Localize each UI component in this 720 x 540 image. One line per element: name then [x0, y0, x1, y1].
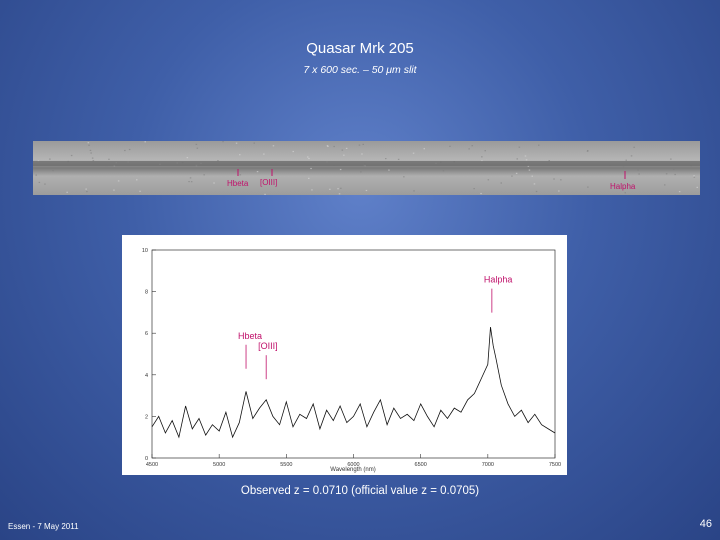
- spectrum-strip-image: Hbeta [OIII] Halpha: [33, 141, 700, 195]
- annotation-label: Hbeta: [238, 331, 262, 341]
- y-tick-label: 4: [145, 373, 148, 379]
- y-tick-label: 6: [145, 331, 148, 337]
- slide-title: Quasar Mrk 205: [306, 40, 414, 57]
- y-tick-label: 8: [145, 290, 148, 296]
- y-tick-label: 10: [142, 248, 148, 254]
- strip-trace: [33, 161, 700, 166]
- page-number: 46: [699, 518, 712, 530]
- x-tick-label: 4500: [146, 462, 158, 468]
- x-axis-label: Wavelength (nm): [330, 467, 375, 473]
- slide-caption: Observed z = 0.0710 (official value z = …: [240, 485, 480, 497]
- strip-label-oiii: [OIII]: [260, 178, 277, 187]
- x-tick-label: 5000: [213, 462, 225, 468]
- annotation-label: [OIII]: [258, 341, 278, 351]
- spectrum-chart: 0246810 4500 5000 5500 6000 6500 7000 7500 Hbe…: [122, 235, 567, 475]
- x-tick-label: 7000: [482, 462, 494, 468]
- strip-background: [33, 141, 700, 195]
- slide-subtitle: 7 x 600 sec. – 50 μm slit: [303, 64, 417, 76]
- annotation-label: Halpha: [484, 275, 513, 285]
- y-tick-label: 2: [145, 414, 148, 420]
- x-tick-label: 6500: [415, 462, 427, 468]
- spectrum-series-line: [151, 326, 556, 439]
- strip-label-hbeta: Hbeta: [227, 179, 249, 188]
- x-tick-label: 7500: [549, 462, 561, 468]
- x-tick-label: 5500: [280, 462, 292, 468]
- strip-label-halpha: Halpha: [610, 182, 636, 191]
- slide-footer: Essen - 7 May 2011: [8, 522, 79, 531]
